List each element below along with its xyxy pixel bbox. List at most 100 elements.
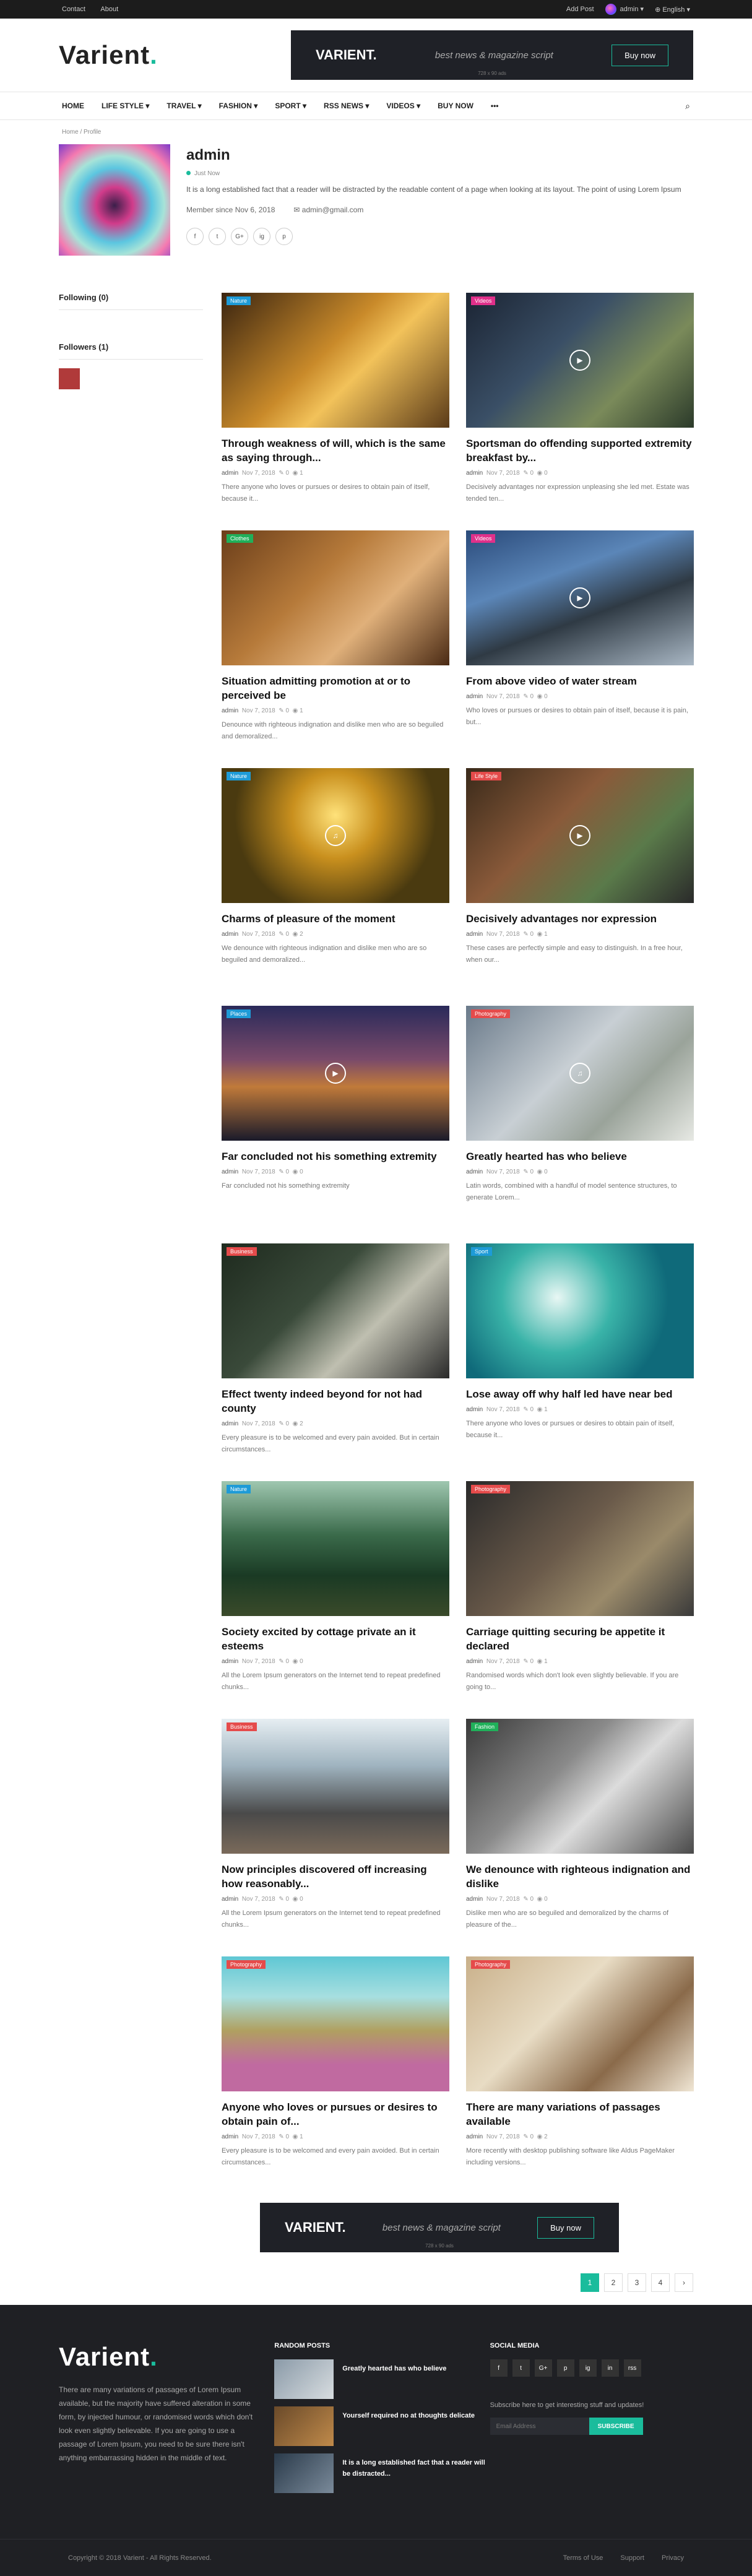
post-title[interactable]: Far concluded not his something extremit… [222, 1149, 449, 1164]
contact-link[interactable]: Contact [62, 6, 85, 13]
post-title[interactable]: Situation admitting promotion at or to p… [222, 674, 449, 702]
follower-avatar[interactable] [59, 368, 80, 389]
category-badge[interactable]: Business [227, 1247, 257, 1256]
category-badge[interactable]: Places [227, 1009, 251, 1018]
bottom-ad-banner[interactable]: VARIENT. best news & magazine script Buy… [260, 2203, 619, 2252]
nav-item[interactable]: FASHION ▾ [219, 102, 258, 110]
category-badge[interactable]: Sport [471, 1247, 492, 1256]
media-play-icon[interactable]: ▶ [325, 1063, 346, 1084]
post-author[interactable]: admin [466, 470, 483, 477]
post-author[interactable]: admin [466, 693, 483, 700]
post-author[interactable]: admin [466, 1896, 483, 1903]
post-author[interactable]: admin [222, 931, 238, 938]
random-post-thumb[interactable] [274, 2453, 334, 2493]
post-author[interactable]: admin [222, 1658, 238, 1665]
category-badge[interactable]: Nature [227, 1485, 251, 1493]
social-icon[interactable]: G+ [231, 228, 248, 245]
post-image[interactable]: Photography [466, 1956, 694, 2091]
post-image[interactable]: Photography [222, 1956, 449, 2091]
page-button[interactable]: › [675, 2273, 693, 2292]
media-play-icon[interactable]: ♫ [325, 825, 346, 846]
post-image[interactable]: Nature ♫ [222, 768, 449, 903]
random-post-title[interactable]: Greatly hearted has who believe [342, 2363, 446, 2399]
post-title[interactable]: There are many variations of passages av… [466, 2100, 694, 2129]
nav-item[interactable]: RSS NEWS ▾ [324, 102, 369, 110]
post-card[interactable]: Photography There are many variations of … [466, 1956, 694, 2194]
banner-buy-button[interactable]: Buy now [537, 2216, 594, 2239]
post-author[interactable]: admin [222, 1896, 238, 1903]
footer-link[interactable]: Privacy [662, 2554, 684, 2562]
post-title[interactable]: Effect twenty indeed beyond for not had … [222, 1387, 449, 1416]
category-badge[interactable]: Life Style [471, 772, 502, 780]
social-icon[interactable]: t [209, 228, 226, 245]
post-card[interactable]: Photography Carriage quitting securing be… [466, 1481, 694, 1719]
post-author[interactable]: admin [222, 2133, 238, 2140]
post-image[interactable]: Nature [222, 1481, 449, 1616]
post-title[interactable]: Greatly hearted has who believe [466, 1149, 694, 1164]
category-badge[interactable]: Photography [471, 1485, 511, 1493]
random-post-title[interactable]: Yourself required no at thoughts delicat… [342, 2410, 475, 2446]
category-badge[interactable]: Fashion [471, 1722, 499, 1731]
post-image[interactable]: Videos ▶ [466, 293, 694, 428]
post-card[interactable]: Clothes Situation admitting promotion at … [222, 530, 449, 768]
post-card[interactable]: Nature ♫ Charms of pleasure of the moment a… [222, 768, 449, 1006]
post-title[interactable]: Decisively advantages nor expression [466, 912, 694, 926]
post-author[interactable]: admin [466, 1169, 483, 1175]
random-post[interactable]: Greatly hearted has who believe [274, 2359, 490, 2399]
post-title[interactable]: Anyone who loves or pursues or desires t… [222, 2100, 449, 2129]
post-image[interactable]: Videos ▶ [466, 530, 694, 665]
page-button[interactable]: 1 [581, 2273, 599, 2292]
nav-item[interactable]: BUY NOW [438, 102, 473, 110]
add-post-link[interactable]: Add Post [566, 6, 594, 13]
post-author[interactable]: admin [466, 2133, 483, 2140]
post-image[interactable]: Clothes [222, 530, 449, 665]
banner-buy-button[interactable]: Buy now [612, 44, 668, 66]
category-badge[interactable]: Videos [471, 296, 496, 305]
post-card[interactable]: Business Now principles discovered off in… [222, 1719, 449, 1956]
category-badge[interactable]: Nature [227, 296, 251, 305]
category-badge[interactable]: Videos [471, 534, 496, 543]
post-author[interactable]: admin [466, 1658, 483, 1665]
footer-link[interactable]: Terms of Use [563, 2554, 603, 2562]
post-author[interactable]: admin [222, 470, 238, 477]
social-icon[interactable]: ig [579, 2359, 597, 2377]
post-image[interactable]: Business [222, 1243, 449, 1378]
random-post-title[interactable]: It is a long established fact that a rea… [342, 2457, 490, 2493]
social-icon[interactable]: f [490, 2359, 508, 2377]
post-author[interactable]: admin [222, 1420, 238, 1427]
post-image[interactable]: Places ▶ [222, 1006, 449, 1141]
post-title[interactable]: We denounce with righteous indignation a… [466, 1862, 694, 1891]
post-image[interactable]: Photography ♫ [466, 1006, 694, 1141]
about-link[interactable]: About [100, 6, 118, 13]
post-title[interactable]: Carriage quitting securing be appetite i… [466, 1625, 694, 1653]
social-icon[interactable]: ig [253, 228, 270, 245]
post-title[interactable]: Now principles discovered off increasing… [222, 1862, 449, 1891]
media-play-icon[interactable]: ▶ [569, 350, 590, 371]
media-play-icon[interactable]: ▶ [569, 825, 590, 846]
user-menu[interactable]: admin ▾ [605, 4, 644, 15]
language-select[interactable]: ⊕ English ▾ [655, 6, 690, 14]
subscribe-button[interactable]: SUBSCRIBE [589, 2418, 643, 2435]
page-button[interactable]: 3 [628, 2273, 646, 2292]
post-title[interactable]: Through weakness of will, which is the s… [222, 436, 449, 465]
post-card[interactable]: Nature Society excited by cottage private… [222, 1481, 449, 1719]
media-play-icon[interactable]: ♫ [569, 1063, 590, 1084]
random-post[interactable]: Yourself required no at thoughts delicat… [274, 2406, 490, 2446]
site-logo[interactable]: Varient. [59, 40, 158, 70]
post-title[interactable]: From above video of water stream [466, 674, 694, 688]
post-card[interactable]: Photography ♫ Greatly hearted has who beli… [466, 1006, 694, 1243]
post-card[interactable]: Photography Anyone who loves or pursues o… [222, 1956, 449, 2194]
post-card[interactable]: Business Effect twenty indeed beyond for … [222, 1243, 449, 1481]
social-icon[interactable]: in [601, 2359, 619, 2377]
nav-item[interactable]: LIFE STYLE ▾ [102, 102, 149, 110]
social-icon[interactable]: p [275, 228, 293, 245]
category-badge[interactable]: Photography [471, 1960, 511, 1969]
nav-item[interactable]: VIDEOS ▾ [386, 102, 420, 110]
social-icon[interactable]: t [512, 2359, 530, 2377]
post-image[interactable]: Nature [222, 293, 449, 428]
nav-item[interactable]: HOME [62, 102, 84, 110]
post-image[interactable]: Photography [466, 1481, 694, 1616]
post-author[interactable]: admin [222, 1169, 238, 1175]
category-badge[interactable]: Photography [227, 1960, 266, 1969]
post-author[interactable]: admin [222, 707, 238, 714]
